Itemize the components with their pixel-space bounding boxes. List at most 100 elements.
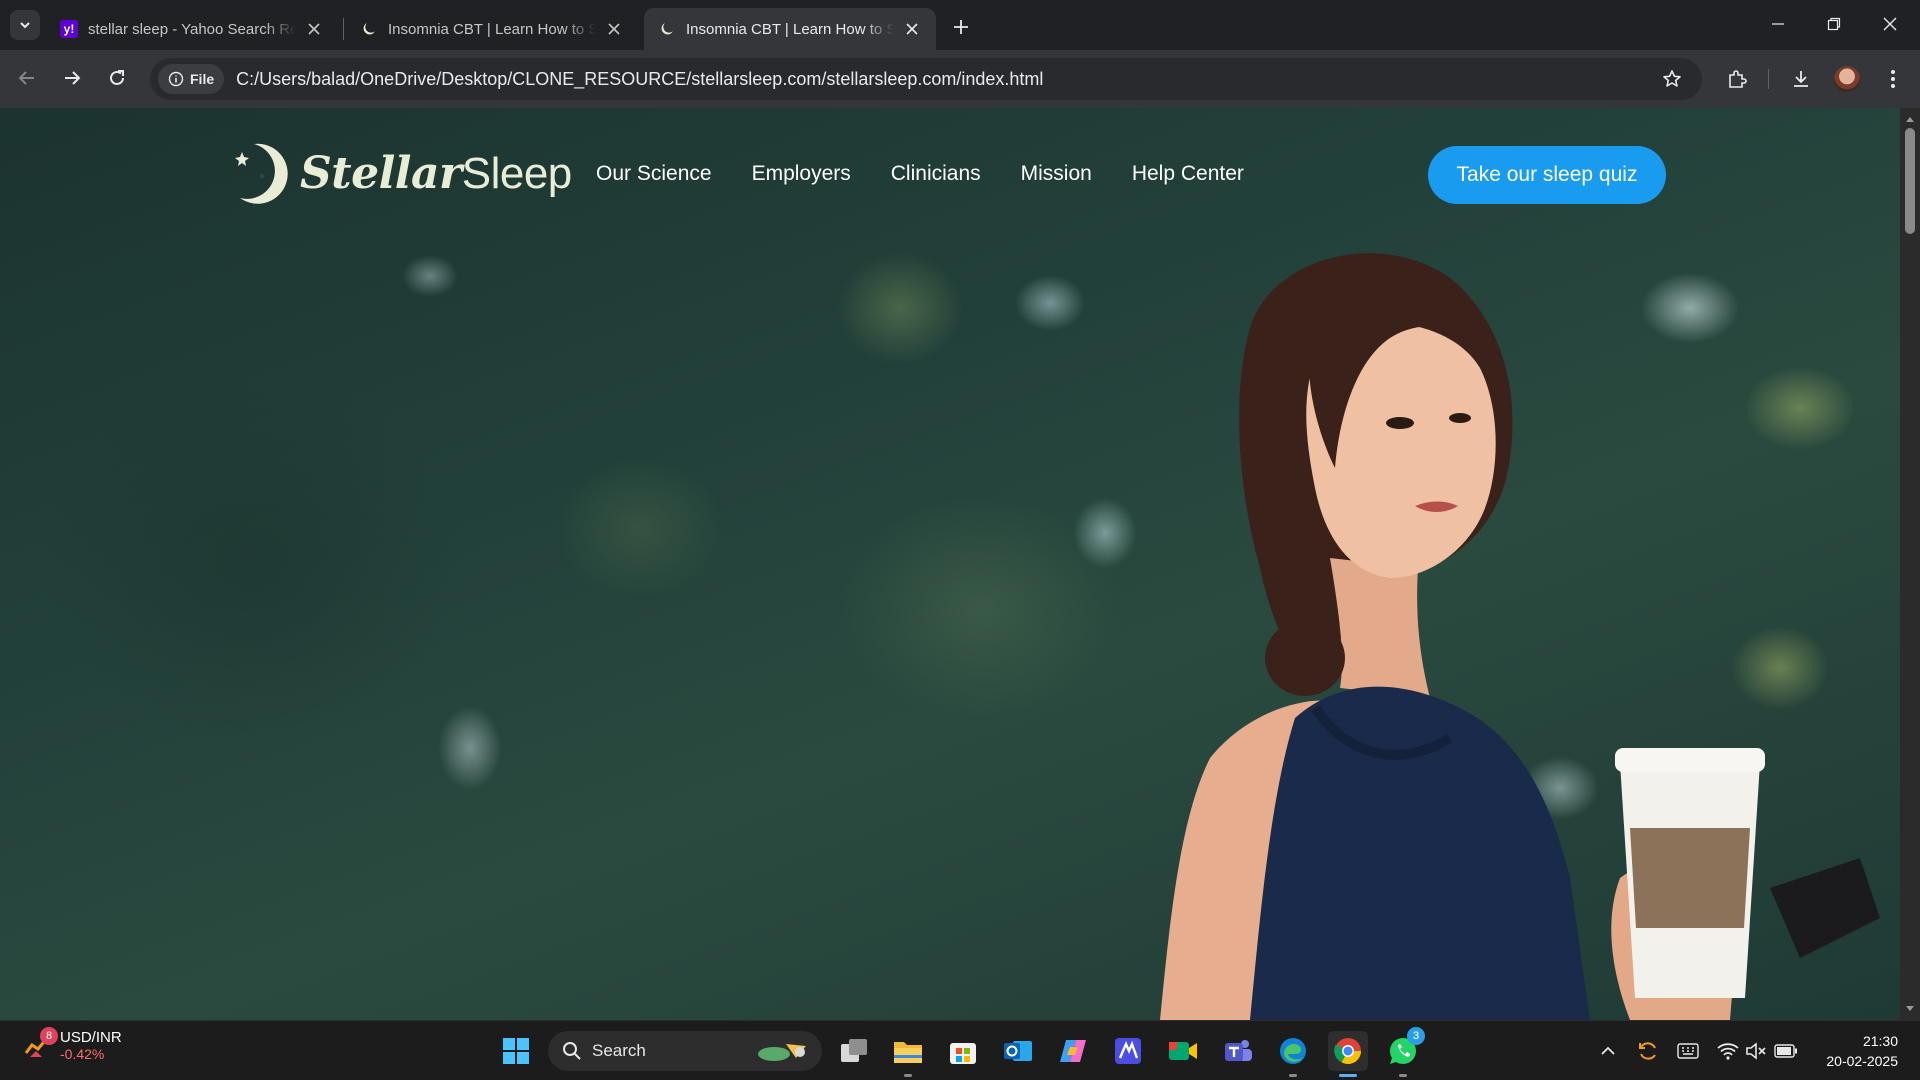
close-tab-icon[interactable]	[304, 19, 324, 39]
clock-date: 20-02-2025	[1826, 1053, 1898, 1069]
yahoo-icon: y!	[60, 20, 78, 38]
editor-app-button[interactable]	[1108, 1031, 1148, 1071]
tab-title: Insomnia CBT | Learn How to Sleep	[686, 20, 894, 38]
search-highlight-icon	[758, 1044, 806, 1061]
windows-logo-icon	[503, 1038, 529, 1064]
folder-icon	[894, 1042, 922, 1063]
running-indicator	[904, 1074, 912, 1077]
nav-our-science[interactable]: Our Science	[596, 162, 712, 186]
nav-mission[interactable]: Mission	[1021, 162, 1092, 186]
running-indicator	[1399, 1074, 1407, 1077]
tab-strip: y! stellar sleep - Yahoo Search Res Inso…	[0, 0, 1920, 50]
tab-yahoo-search[interactable]: y! stellar sleep - Yahoo Search Res	[46, 8, 338, 50]
scroll-up-arrow-icon[interactable]	[1905, 114, 1915, 124]
reload-button[interactable]	[100, 61, 134, 95]
url-text[interactable]: C:/Users/balad/OneDrive/Desktop/CLONE_RE…	[236, 69, 1043, 90]
keyboard-button[interactable]	[1674, 1037, 1702, 1065]
meet-button[interactable]	[1163, 1031, 1203, 1071]
site-nav: Our Science Employers Clinicians Mission…	[596, 162, 1244, 186]
store-icon	[950, 1043, 976, 1064]
currency-widget[interactable]: 8 USD/INR -0.42%	[22, 1027, 122, 1062]
scheme-label: File	[190, 71, 215, 87]
running-indicator	[1289, 1074, 1297, 1077]
outlook-button[interactable]	[998, 1031, 1038, 1071]
taskbar-clock[interactable]: 21:30 20-02-2025	[1826, 1031, 1898, 1071]
copilot-icon	[1060, 1040, 1086, 1062]
outlook-icon	[1004, 1041, 1032, 1061]
start-button[interactable]	[496, 1031, 536, 1071]
stellar-sleep-logo[interactable]: StellarSleep	[232, 138, 572, 208]
nav-employers[interactable]: Employers	[752, 162, 851, 186]
nav-help-center[interactable]: Help Center	[1132, 162, 1244, 186]
widget-label: USD/INR	[60, 1029, 122, 1046]
downloads-button[interactable]	[1784, 62, 1818, 96]
widget-change: -0.42%	[60, 1046, 105, 1062]
tab-search-button[interactable]	[10, 10, 40, 40]
arrow-left-icon	[18, 71, 34, 85]
copilot-button[interactable]	[1053, 1031, 1093, 1071]
battery-button[interactable]	[1772, 1037, 1800, 1065]
scrollbar-thumb[interactable]	[1905, 128, 1915, 234]
forward-button[interactable]	[55, 61, 89, 95]
star-icon	[1663, 70, 1681, 87]
edge-icon	[1280, 1038, 1306, 1064]
logo-wordmark: StellarSleep	[300, 147, 572, 199]
task-view-icon	[841, 1039, 867, 1062]
close-icon	[1883, 17, 1897, 31]
moon-star-logo-icon	[235, 143, 288, 204]
microsoft-store-button[interactable]	[943, 1031, 983, 1071]
reload-icon	[110, 70, 124, 85]
back-button[interactable]	[10, 61, 44, 95]
clock-time: 21:30	[1862, 1033, 1898, 1049]
windows-taskbar: 8 USD/INR -0.42% Search 3 21:30 20-02-20…	[0, 1020, 1920, 1080]
wifi-icon	[1717, 1043, 1739, 1060]
tab-separator	[343, 18, 344, 40]
sleep-quiz-button[interactable]: Take our sleep quiz	[1428, 146, 1666, 204]
nav-clinicians[interactable]: Clinicians	[891, 162, 981, 186]
chrome-button[interactable]	[1328, 1031, 1368, 1077]
avatar	[1834, 66, 1860, 92]
minimize-icon	[1772, 23, 1784, 25]
widget-badge: 8	[40, 1027, 58, 1045]
toolbar-divider	[1768, 69, 1769, 89]
bookmark-button[interactable]	[1658, 65, 1686, 93]
edge-button[interactable]	[1273, 1031, 1313, 1077]
address-bar[interactable]: File C:/Users/balad/OneDrive/Desktop/CLO…	[150, 58, 1702, 100]
wifi-button[interactable]	[1714, 1037, 1742, 1065]
whatsapp-button[interactable]: 3	[1383, 1027, 1425, 1077]
editor-app-icon	[1115, 1038, 1141, 1064]
search-label: Search	[592, 1041, 646, 1060]
scroll-down-arrow-icon[interactable]	[1905, 1004, 1915, 1014]
teams-button[interactable]	[1218, 1031, 1258, 1071]
close-window-button[interactable]	[1862, 0, 1918, 48]
file-explorer-button[interactable]	[888, 1031, 928, 1077]
battery-icon	[1774, 1044, 1797, 1058]
chevron-up-icon	[1601, 1046, 1615, 1055]
tab-insomnia-cbt-1[interactable]: Insomnia CBT | Learn How to Sleep	[346, 8, 638, 50]
tab-insomnia-cbt-active[interactable]: Insomnia CBT | Learn How to Sleep	[644, 8, 936, 50]
minimize-button[interactable]	[1750, 0, 1806, 48]
browser-menu-button[interactable]	[1876, 62, 1910, 96]
download-icon	[1794, 71, 1808, 87]
restore-button[interactable]	[1806, 0, 1862, 48]
arrow-right-icon	[65, 71, 81, 85]
chevron-down-icon	[20, 22, 30, 29]
site-info-chip[interactable]: File	[158, 64, 225, 94]
volume-button[interactable]	[1742, 1037, 1770, 1065]
show-hidden-icons-button[interactable]	[1594, 1037, 1622, 1065]
new-tab-button[interactable]	[946, 12, 976, 42]
task-view-button[interactable]	[834, 1031, 874, 1071]
close-tab-icon[interactable]	[902, 19, 922, 39]
close-tab-icon[interactable]	[604, 19, 624, 39]
chrome-icon	[1334, 1038, 1362, 1065]
taskbar-search[interactable]: Search	[548, 1031, 822, 1071]
kebab-menu-icon	[1891, 70, 1895, 88]
extensions-button[interactable]	[1720, 62, 1754, 96]
keyboard-icon	[1677, 1043, 1699, 1059]
profile-button[interactable]	[1830, 62, 1864, 96]
sync-status-button[interactable]	[1634, 1037, 1662, 1065]
search-icon	[563, 1042, 581, 1060]
hero-section: StellarSleep Our Science Employers Clini…	[0, 108, 1900, 1020]
tab-title: Insomnia CBT | Learn How to Sleep	[388, 20, 596, 38]
page-scrollbar[interactable]	[1900, 108, 1920, 1020]
